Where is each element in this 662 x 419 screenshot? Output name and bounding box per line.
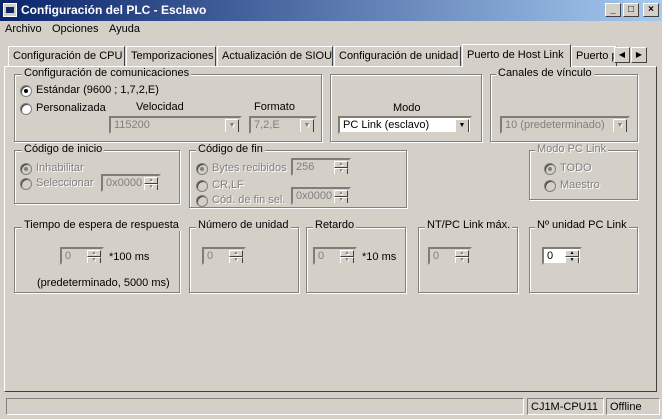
link-channels-select[interactable]: 10 (predeterminado) ▼ bbox=[500, 116, 630, 134]
speed-value: 115200 bbox=[114, 119, 150, 131]
chevron-down-icon: ▼ bbox=[225, 119, 239, 132]
mode-value: PC Link (esclavo) bbox=[343, 119, 430, 131]
custom-radio[interactable] bbox=[20, 103, 32, 115]
start-select-radio[interactable] bbox=[20, 178, 32, 190]
spin-arrows-icon: ▲ ▼ bbox=[334, 161, 348, 174]
start-code-title: Código de inicio bbox=[22, 143, 105, 155]
app-icon bbox=[3, 3, 17, 17]
window-title: Configuración del PLC - Esclavo bbox=[21, 3, 207, 17]
menu-bar: Archivo Opciones Ayuda bbox=[0, 21, 662, 39]
tab-siou-update[interactable]: Actualización de SIOU bbox=[217, 46, 333, 66]
end-sel-label: Cód. de fin sel. bbox=[212, 194, 286, 206]
end-bytes-label: Bytes recibidos bbox=[212, 162, 287, 174]
tab-cpu-config[interactable]: Configuración de CPU bbox=[8, 46, 125, 66]
radio-selected-dot bbox=[24, 167, 28, 171]
menu-ayuda[interactable]: Ayuda bbox=[109, 23, 140, 35]
end-crlf-label: CR,LF bbox=[212, 179, 244, 191]
spin-arrows-icon: ▲ ▼ bbox=[229, 250, 243, 263]
response-timeout-value: 0 bbox=[65, 250, 72, 262]
menu-opciones[interactable]: Opciones bbox=[52, 23, 98, 35]
pc-link-unit-input[interactable]: 0 ▲ ▼ bbox=[542, 247, 582, 265]
unit-number-input[interactable]: 0 ▲ ▼ bbox=[202, 247, 246, 265]
delay-input[interactable]: 0 ▲ ▼ bbox=[313, 247, 357, 265]
pc-link-master-label: Maestro bbox=[560, 179, 600, 191]
status-bar: CJ1M-CPU11 Offline bbox=[0, 396, 662, 419]
tab-unit-config[interactable]: Configuración de unidad bbox=[334, 46, 461, 66]
tab-host-link-port[interactable]: Puerto de Host Link bbox=[462, 44, 571, 67]
standard-radio[interactable] bbox=[20, 85, 32, 97]
nt-pc-max-title: NT/PC Link máx. bbox=[425, 219, 513, 231]
delay-unit: *10 ms bbox=[362, 251, 397, 263]
chevron-down-icon: ▼ bbox=[300, 119, 314, 132]
status-state: Offline bbox=[606, 398, 660, 415]
radio-selected-dot bbox=[24, 89, 28, 93]
close-button[interactable]: × bbox=[643, 3, 659, 17]
nt-pc-max-input[interactable]: 0 ▲ ▼ bbox=[428, 247, 472, 265]
response-timeout-title: Tiempo de espera de respuesta bbox=[22, 219, 181, 231]
pc-link-unit-title: Nº unidad PC Link bbox=[535, 219, 629, 231]
status-model: CJ1M-CPU11 bbox=[527, 398, 604, 415]
speed-select[interactable]: 115200 ▼ bbox=[109, 116, 242, 134]
unit-number-title: Número de unidad bbox=[196, 219, 291, 231]
pc-link-master-radio[interactable] bbox=[544, 180, 556, 192]
spin-arrows-icon: ▲ ▼ bbox=[565, 250, 579, 263]
delay-title: Retardo bbox=[313, 219, 357, 231]
unit-number-value: 0 bbox=[207, 250, 214, 262]
end-sel-value: 0x0000 bbox=[296, 190, 333, 202]
speed-label: Velocidad bbox=[136, 101, 184, 113]
custom-label: Personalizada bbox=[36, 102, 106, 114]
end-bytes-input[interactable]: 256 ▲ ▼ bbox=[291, 158, 351, 176]
comm-settings-title: Configuración de comunicaciones bbox=[22, 67, 192, 79]
start-code-value: 0x0000 bbox=[106, 177, 143, 189]
start-select-label: Seleccionar bbox=[36, 177, 94, 189]
tab-peripheral-port[interactable]: Puerto p bbox=[571, 46, 617, 66]
end-bytes-value: 256 bbox=[296, 161, 315, 173]
start-disable-radio[interactable] bbox=[20, 163, 32, 175]
pc-link-mode-title: Modo PC Link bbox=[535, 143, 609, 155]
spin-arrows-icon: ▲ ▼ bbox=[87, 250, 101, 263]
spin-arrows-icon: ▲ ▼ bbox=[455, 250, 469, 263]
menu-archivo[interactable]: Archivo bbox=[5, 23, 42, 35]
format-select[interactable]: 7,2,E ▼ bbox=[249, 116, 317, 134]
mode-label: Modo bbox=[393, 102, 421, 114]
tab-scroll-right-button[interactable]: ▶ bbox=[631, 47, 647, 63]
tab-scroll-left-button[interactable]: ◀ bbox=[614, 47, 630, 63]
end-sel-radio[interactable] bbox=[196, 195, 208, 207]
response-timeout-unit: *100 ms bbox=[109, 251, 150, 263]
chevron-down-icon: ▼ bbox=[455, 119, 469, 132]
chevron-down-icon: ▼ bbox=[613, 119, 627, 132]
minimize-button[interactable]: _ bbox=[605, 3, 621, 17]
maximize-button[interactable]: □ bbox=[623, 3, 639, 17]
start-code-input[interactable]: 0x0000 ▲ ▼ bbox=[101, 174, 161, 192]
response-timeout-input[interactable]: 0 ▲ ▼ bbox=[60, 247, 104, 265]
pc-link-unit-value: 0 bbox=[547, 250, 554, 262]
nt-pc-max-value: 0 bbox=[433, 250, 440, 262]
link-channels-title: Canales de vínculo bbox=[496, 67, 594, 79]
end-sel-input[interactable]: 0x0000 ▲ ▼ bbox=[291, 187, 351, 205]
mode-select[interactable]: PC Link (esclavo) ▼ bbox=[338, 116, 472, 134]
end-crlf-radio[interactable] bbox=[196, 180, 208, 192]
status-message bbox=[6, 398, 524, 415]
title-bar: Configuración del PLC - Esclavo _ □ × bbox=[0, 0, 662, 21]
spin-arrows-icon: ▲ ▼ bbox=[340, 250, 354, 263]
pc-link-all-label: TODO bbox=[560, 162, 592, 174]
standard-label: Estándar (9600 ; 1,7,2,E) bbox=[36, 84, 159, 96]
response-timeout-note: (predeterminado, 5000 ms) bbox=[37, 277, 170, 289]
tab-timings[interactable]: Temporizaciones bbox=[126, 46, 216, 66]
format-label: Formato bbox=[254, 101, 295, 113]
radio-selected-dot bbox=[548, 167, 552, 171]
start-disable-label: Inhabilitar bbox=[36, 162, 84, 174]
spin-arrows-icon: ▲ ▼ bbox=[334, 190, 348, 203]
pc-link-mode-group bbox=[529, 150, 638, 200]
spin-arrows-icon: ▲ ▼ bbox=[144, 177, 158, 190]
end-bytes-radio[interactable] bbox=[196, 163, 208, 175]
radio-selected-dot bbox=[200, 167, 204, 171]
link-channels-value: 10 (predeterminado) bbox=[505, 119, 605, 131]
format-value: 7,2,E bbox=[254, 119, 280, 131]
pc-link-all-radio[interactable] bbox=[544, 163, 556, 175]
delay-value: 0 bbox=[318, 250, 325, 262]
end-code-title: Código de fin bbox=[196, 143, 265, 155]
